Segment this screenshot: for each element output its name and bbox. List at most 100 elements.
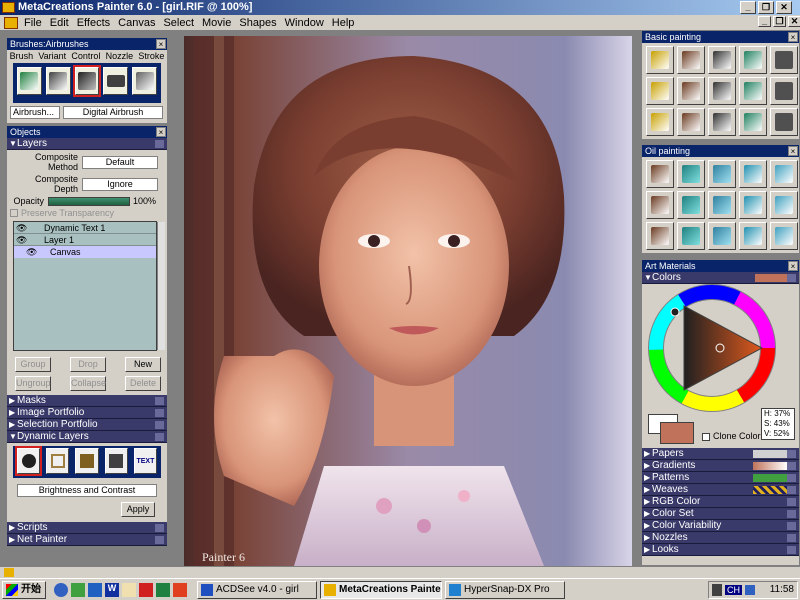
gradients-section[interactable]: ▶ Gradients — [642, 460, 799, 472]
ungroup-button[interactable]: Ungroup — [15, 376, 51, 391]
brush-variant-icon[interactable] — [708, 160, 736, 188]
composite-method-select[interactable]: Default — [82, 155, 158, 169]
weaves-section[interactable]: ▶ Weaves — [642, 484, 799, 496]
menu-select[interactable]: Select — [159, 17, 198, 29]
menu-edit[interactable]: Edit — [46, 17, 73, 29]
brush-variant-icon[interactable] — [739, 222, 767, 250]
opacity-slider[interactable] — [48, 196, 130, 206]
taskbar-hypersnap[interactable]: HyperSnap-DX Pro — [445, 580, 565, 599]
menu-effects[interactable]: Effects — [73, 17, 114, 29]
brush-variant-icon[interactable] — [677, 160, 705, 188]
tab-control[interactable]: Control — [71, 50, 100, 62]
brush-airbrush-icon[interactable] — [17, 67, 42, 95]
brush-variant-icon[interactable] — [770, 191, 798, 219]
camera-icon[interactable] — [103, 67, 129, 95]
brush-variant-icon[interactable] — [770, 77, 798, 105]
group-button[interactable]: Group — [15, 357, 51, 372]
painting-canvas[interactable]: Painter 6 — [184, 36, 632, 566]
color-wheel[interactable] — [642, 284, 799, 412]
close-icon[interactable]: × — [788, 32, 798, 42]
brush-variant-icon[interactable] — [770, 46, 798, 74]
color-set-section[interactable]: ▶ Color Set — [642, 508, 799, 520]
rgb-color-section[interactable]: ▶ RGB Color — [642, 496, 799, 508]
tab-stroke[interactable]: Stroke — [138, 50, 164, 62]
brush-variant-icon[interactable] — [646, 46, 674, 74]
tab-variant[interactable]: Variant — [38, 50, 66, 62]
drop-button[interactable]: Drop — [70, 357, 106, 372]
papers-section[interactable]: ▶ Papers — [642, 448, 799, 460]
doc-minimize-icon[interactable]: _ — [758, 16, 771, 27]
net-painter-section[interactable]: ▶ Net Painter — [7, 534, 167, 546]
composite-depth-select[interactable]: Ignore — [82, 177, 158, 191]
glass-icon[interactable] — [104, 448, 128, 474]
brush-variant-icon[interactable] — [770, 222, 798, 250]
folder-icon[interactable] — [122, 582, 136, 597]
close-icon[interactable]: × — [788, 146, 798, 156]
primary-color-swatch[interactable] — [660, 422, 694, 444]
art-materials-header[interactable]: Art Materials × — [642, 260, 799, 272]
brush-variant-icon[interactable] — [739, 46, 767, 74]
image-portfolio-section[interactable]: ▶ Image Portfolio — [7, 407, 167, 419]
close-icon[interactable]: × — [156, 39, 166, 49]
brush-variant-icon[interactable] — [739, 191, 767, 219]
restore-icon[interactable]: ❐ — [758, 1, 774, 14]
eye-icon[interactable]: 👁 — [26, 246, 37, 258]
excel-icon[interactable] — [156, 582, 170, 597]
color-picker[interactable] — [642, 284, 799, 412]
brush-variant-icon[interactable] — [677, 108, 705, 136]
brush-variant-icon[interactable] — [708, 191, 736, 219]
tab-nozzle[interactable]: Nozzle — [106, 50, 134, 62]
brush-variant-select[interactable]: Digital Airbrush — [63, 106, 163, 119]
delete-button[interactable]: Delete — [125, 376, 161, 391]
brush-variant-icon[interactable] — [708, 46, 736, 74]
brush-variant-icon[interactable] — [708, 222, 736, 250]
taskbar-painter[interactable]: MetaCreations Painter 6.... — [320, 580, 442, 599]
brush-variant-icon[interactable] — [646, 160, 674, 188]
menu-window[interactable]: Window — [281, 17, 328, 29]
minimize-icon[interactable]: _ — [740, 1, 756, 14]
speaker-icon[interactable] — [712, 583, 722, 596]
burn-icon[interactable] — [46, 448, 70, 474]
brush-variant-icon[interactable] — [739, 160, 767, 188]
ppt-icon[interactable] — [173, 582, 187, 597]
brush-variant-icon[interactable] — [770, 160, 798, 188]
acrobat-icon[interactable] — [139, 582, 153, 597]
language-indicator[interactable]: CH — [725, 584, 742, 595]
menu-help[interactable]: Help — [328, 17, 359, 29]
oil-painting-header[interactable]: Oil painting × — [642, 145, 799, 157]
ie-icon[interactable] — [54, 582, 68, 597]
new-button[interactable]: New — [125, 357, 161, 372]
eye-icon[interactable]: 👁 — [16, 234, 27, 246]
brush-spray-icon[interactable] — [132, 67, 157, 95]
looks-section[interactable]: ▶ Looks — [642, 544, 799, 556]
nozzles-section[interactable]: ▶ Nozzles — [642, 532, 799, 544]
brightness-icon[interactable] — [14, 446, 43, 476]
outlook-icon[interactable] — [71, 582, 85, 597]
objects-header[interactable]: Objects × — [7, 126, 167, 138]
dynamic-layers-section[interactable]: ▼ Dynamic Layers — [7, 431, 167, 443]
tab-brush[interactable]: Brush — [10, 50, 34, 62]
brush-variant-icon[interactable] — [646, 77, 674, 105]
brush-variant-icon[interactable] — [770, 108, 798, 136]
brush-variant-icon[interactable] — [708, 108, 736, 136]
brushes-header[interactable]: Brushes:Airbrushes × — [7, 38, 167, 50]
brush-variant-icon[interactable] — [646, 191, 674, 219]
menu-movie[interactable]: Movie — [198, 17, 235, 29]
brush-variant-icon[interactable] — [708, 77, 736, 105]
selection-portfolio-section[interactable]: ▶ Selection Portfolio — [7, 419, 167, 431]
close-icon[interactable]: × — [156, 127, 166, 137]
collapse-button[interactable]: Collapse — [70, 376, 106, 391]
brush-variant-icon[interactable] — [677, 222, 705, 250]
patterns-section[interactable]: ▶ Patterns — [642, 472, 799, 484]
dynamic-layer-select[interactable]: Brightness and Contrast — [17, 484, 157, 497]
masks-section[interactable]: ▶ Masks — [7, 395, 167, 407]
color-variability-section[interactable]: ▶ Color Variability — [642, 520, 799, 532]
scripts-section[interactable]: ▶ Scripts — [7, 522, 167, 534]
menu-shapes[interactable]: Shapes — [235, 17, 280, 29]
basic-painting-header[interactable]: Basic painting × — [642, 31, 799, 43]
brush-variant-icon[interactable] — [739, 77, 767, 105]
clone-color-checkbox[interactable] — [702, 433, 710, 441]
apply-button[interactable]: Apply — [121, 502, 155, 517]
texture-icon[interactable] — [75, 448, 99, 474]
brush-selected-icon[interactable] — [72, 65, 102, 97]
